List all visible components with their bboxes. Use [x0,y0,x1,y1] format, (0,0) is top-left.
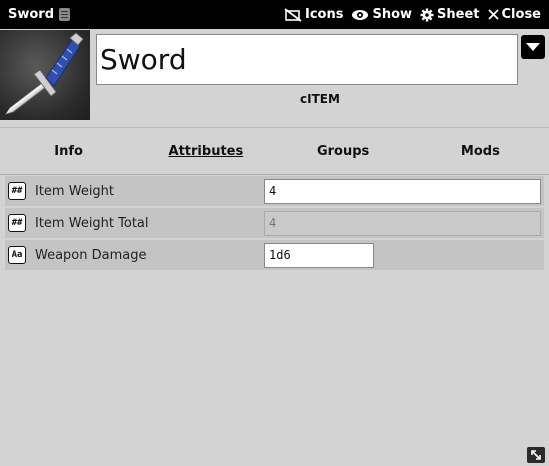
close-button[interactable]: Close [487,7,541,22]
close-icon [487,9,499,20]
tab-info-label: Info [54,144,83,159]
tab-attributes[interactable]: Attributes [137,138,274,166]
document-icon[interactable] [59,8,71,21]
window-title-group: Sword [8,7,71,22]
item-weight-total-field: 4 [264,210,541,236]
tab-attributes-label: Attributes [168,144,244,159]
sheet-label: Sheet [437,7,480,22]
caret-down-icon [526,42,540,51]
resize-icon [531,450,541,460]
item-portrait[interactable] [0,30,90,120]
number-type-icon: ## [8,214,26,232]
window-title: Sword [8,7,55,22]
gear-icon [420,8,434,21]
tab-groups-label: Groups [316,144,370,159]
show-label: Show [372,7,413,22]
item-menu-button[interactable] [521,35,545,59]
tabs-divider [0,174,549,175]
header-divider [0,127,549,128]
resize-handle[interactable] [527,447,545,463]
text-type-icon: Aa [8,246,26,264]
icons-toggle-button[interactable]: Icons [284,7,343,22]
weapon-damage-input[interactable]: 1d6 [264,242,374,268]
attribute-row-item-weight: ## Item Weight 4 [5,176,544,206]
tab-info[interactable]: Info [0,138,137,166]
attribute-label: Item Weight Total [35,215,149,231]
attribute-row-item-weight-total: ## Item Weight Total 4 [5,208,544,238]
icons-label: Icons [305,7,344,22]
sheet-button[interactable]: Sheet [420,7,480,22]
tab-groups[interactable]: Groups [275,138,412,166]
show-button[interactable]: Show [351,7,412,22]
sheet-tabs: Info Attributes Groups Mods [0,138,549,166]
eye-slash-icon [284,7,302,22]
item-weight-input[interactable]: 4 [264,178,541,204]
window-titlebar: Sword Icons Show Sheet Close [0,0,549,29]
item-type-label: cITEM [300,92,340,106]
attribute-label: Weapon Damage [35,247,147,263]
attribute-label: Item Weight [35,183,115,199]
tab-mods[interactable]: Mods [412,138,549,166]
attribute-row-weapon-damage: Aa Weapon Damage 1d6 [5,240,544,270]
eye-icon [352,9,369,20]
window-actions: Icons Show Sheet Close [276,7,541,22]
item-name-input[interactable]: Sword [96,34,518,85]
number-type-icon: ## [8,182,26,200]
close-label: Close [501,7,541,22]
sword-image [5,32,84,115]
tab-mods-label: Mods [460,144,500,159]
